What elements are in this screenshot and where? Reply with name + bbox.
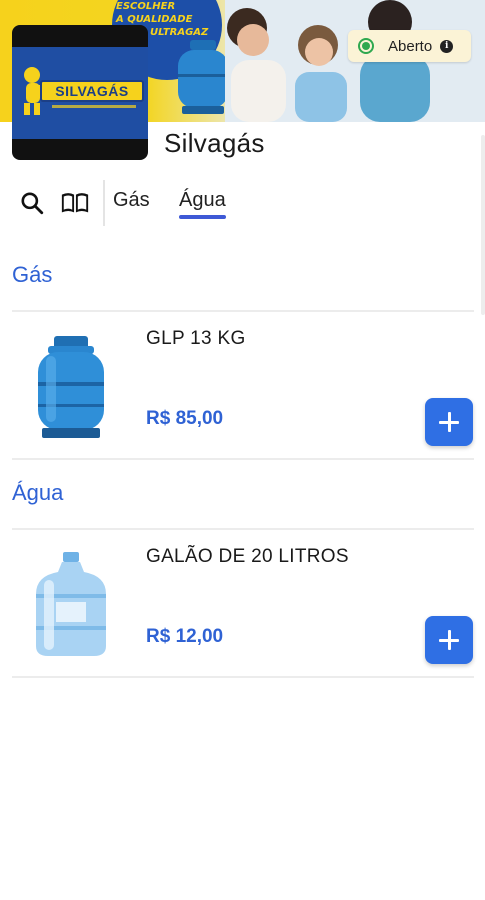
water-jug-icon <box>36 552 106 656</box>
section-title-gas: Gás <box>12 262 53 287</box>
menu-book-icon[interactable] <box>60 188 90 218</box>
info-icon[interactable]: i <box>440 39 454 53</box>
store-status-badge[interactable]: Aberto i <box>348 30 471 62</box>
store-name: Silvagás <box>164 128 265 158</box>
product-divider <box>12 676 474 678</box>
product-price: R$ 85,00 <box>146 408 224 429</box>
product-divider <box>12 458 474 460</box>
gas-cylinder-icon <box>38 336 104 438</box>
tab-gas[interactable]: Gás <box>113 189 150 212</box>
product-card[interactable]: GLP 13 KG R$ 85,00 <box>12 312 474 460</box>
section-title-agua: Água <box>12 480 64 505</box>
plus-icon <box>439 412 459 432</box>
product-name: GLP 13 KG <box>146 328 246 349</box>
product-name: GALÃO DE 20 LITROS <box>146 546 349 567</box>
status-label: Aberto <box>388 37 433 55</box>
tab-agua[interactable]: Água <box>179 189 226 219</box>
store-logo: SILVAGÁS <box>12 25 148 160</box>
logo-tagline-bar <box>52 105 136 108</box>
product-price: R$ 12,00 <box>146 626 224 647</box>
search-icon[interactable] <box>17 188 47 218</box>
promo-line-1: ESCOLHER <box>116 1 176 12</box>
status-open-dot-icon <box>358 38 374 54</box>
add-to-cart-button[interactable] <box>425 398 473 446</box>
logo-brand-text: SILVAGÁS <box>40 80 144 102</box>
category-divider <box>103 180 105 226</box>
category-bar: Gás Água <box>0 180 485 228</box>
add-to-cart-button[interactable] <box>425 616 473 664</box>
plus-icon <box>439 630 459 650</box>
product-card[interactable]: GALÃO DE 20 LITROS R$ 12,00 <box>12 530 474 678</box>
